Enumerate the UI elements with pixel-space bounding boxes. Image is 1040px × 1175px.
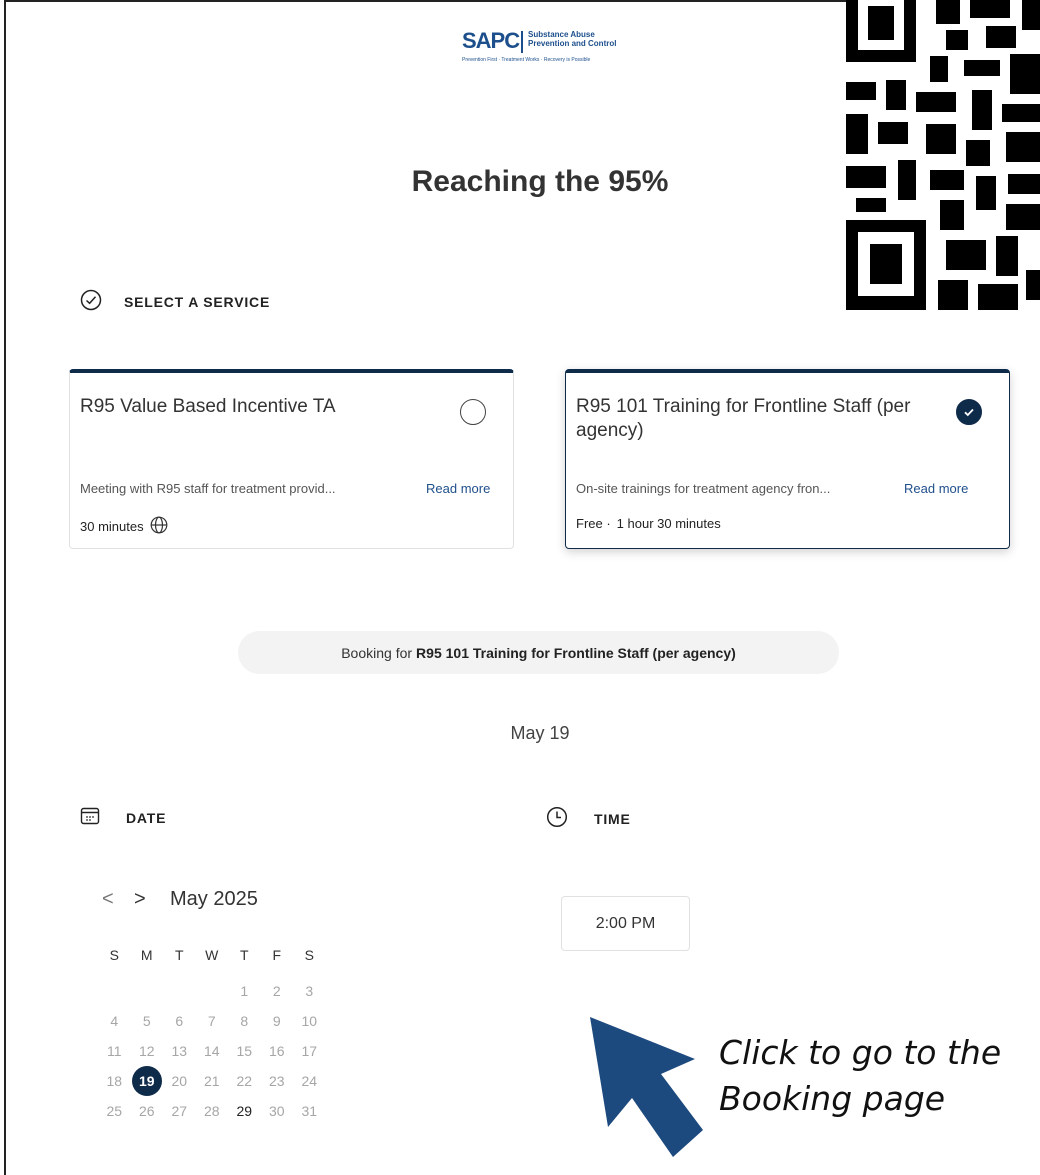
calendar-day: 8: [240, 1013, 249, 1029]
calendar-day: 7: [207, 1013, 216, 1029]
service-title: R95 Value Based Incentive TA: [80, 396, 336, 417]
calendar-grid: S M T W T F S 1 2 3 4 5 6 7 8 9 10 11 12 13 14 15 16 17 18 19 20 21…: [98, 940, 326, 1126]
callout-arrow-icon: [585, 1012, 710, 1167]
callout-line1: Click to go to the: [719, 1033, 1002, 1072]
calendar-day: 15: [236, 1043, 253, 1059]
next-month-button[interactable]: >: [134, 888, 158, 911]
service-duration: 30 minutes: [80, 516, 168, 537]
read-more-link[interactable]: Read more: [426, 481, 490, 496]
calendar-day: 17: [301, 1043, 318, 1059]
calendar-day: 12: [138, 1043, 155, 1059]
logo-tagline: Prevention First · Treatment Works · Rec…: [462, 57, 591, 63]
time-header: TIME: [546, 806, 631, 831]
calendar-day: 9: [272, 1013, 281, 1029]
calendar-day: 23: [268, 1073, 285, 1089]
weekday-label: T: [174, 947, 184, 963]
time-label: TIME: [594, 810, 631, 827]
logo-org-line2: Prevention and Control: [528, 39, 617, 48]
calendar-day: 16: [268, 1043, 285, 1059]
calendar-day: 14: [203, 1043, 220, 1059]
clock-icon: [546, 806, 568, 831]
service-description: On-site trainings for treatment agency f…: [576, 481, 831, 496]
calendar-day: 31: [301, 1103, 318, 1119]
check-icon: [964, 408, 974, 417]
qr-code: [846, 0, 1040, 310]
service-title: R95 101 Training for Frontline Staff (pe…: [576, 396, 911, 441]
calendar-day: 27: [171, 1103, 188, 1119]
calendar-day: 25: [106, 1103, 123, 1119]
service-radio-selected[interactable]: [956, 399, 982, 425]
service-radio[interactable]: [460, 399, 486, 425]
calendar-day: 18: [106, 1073, 123, 1089]
calendar-day: 5: [142, 1013, 151, 1029]
calendar-day: 3: [305, 983, 314, 999]
logo-brand: SAPC: [462, 28, 520, 53]
calendar-week-row: 1 2 3: [98, 976, 326, 1006]
calendar-day: 10: [301, 1013, 318, 1029]
callout-text: Click to go to the Booking page: [719, 1030, 1001, 1122]
calendar-week-row: 4 5 6 7 8 9 10: [98, 1006, 326, 1036]
logo-org-line1: Substance Abuse: [528, 30, 595, 39]
calendar-day-selected[interactable]: 19: [131, 1066, 164, 1096]
calendar-day: 11: [106, 1043, 122, 1059]
calendar-day: 13: [171, 1043, 188, 1059]
calendar-day: 1: [240, 983, 249, 999]
weekday-label: W: [205, 947, 219, 963]
weekday-row: SMTWTFS: [98, 940, 326, 970]
calendar-day: 26: [138, 1103, 155, 1119]
calendar-week-row: 18 19 20 21 22 23 24: [98, 1066, 326, 1096]
calendar-day: 24: [301, 1073, 318, 1089]
weekday-label: M: [140, 947, 153, 963]
service-price-duration: Free · 1 hour 30 minutes: [576, 516, 721, 531]
calendar-icon: [80, 806, 100, 829]
globe-icon: [150, 516, 168, 537]
check-circle-icon: [80, 289, 102, 314]
weekday-label: S: [109, 947, 119, 963]
calendar-day: 28: [203, 1103, 220, 1119]
time-slot-button[interactable]: 2:00 PM: [561, 896, 690, 951]
select-service-header: SELECT A SERVICE: [80, 289, 270, 314]
logo-divider: [521, 31, 523, 53]
selected-day-number: 19: [131, 1066, 162, 1096]
service-card-value-based[interactable]: R95 Value Based Incentive TA Meeting wit…: [69, 369, 514, 549]
duration-text: 30 minutes: [80, 519, 144, 534]
calendar-nav: < > May 2025: [102, 888, 258, 911]
calendar-day: 4: [110, 1013, 119, 1029]
page-title: Reaching the 95%: [411, 165, 669, 198]
booking-prefix: Booking for: [341, 644, 413, 661]
calendar-day: 20: [171, 1073, 188, 1089]
booking-for-banner: Booking for R95 101 Training for Frontli…: [238, 631, 839, 674]
calendar-day: 22: [236, 1073, 253, 1089]
callout-line2: Booking page: [719, 1079, 946, 1118]
calendar-day-available[interactable]: 29: [228, 1103, 261, 1119]
service-description: Meeting with R95 staff for treatment pro…: [80, 481, 336, 496]
date-header: DATE: [80, 806, 166, 829]
selected-date-heading: May 19: [510, 723, 570, 743]
date-label: DATE: [126, 809, 167, 826]
select-service-label: SELECT A SERVICE: [124, 293, 271, 310]
calendar-day: 2: [272, 983, 281, 999]
weekday-label: S: [304, 947, 314, 963]
calendar-day: 6: [175, 1013, 184, 1029]
read-more-link[interactable]: Read more: [904, 481, 968, 496]
calendar-day: 30: [268, 1103, 285, 1119]
service-card-frontline-training[interactable]: R95 101 Training for Frontline Staff (pe…: [565, 369, 1010, 549]
booking-service-name: R95 101 Training for Frontline Staff (pe…: [416, 644, 736, 661]
calendar-week-row: 25 26 27 28 29 30 31: [98, 1096, 326, 1126]
calendar-day: 21: [203, 1073, 220, 1089]
weekday-label: T: [239, 947, 249, 963]
logo-org: Substance Abuse Prevention and Control: [528, 30, 620, 48]
prev-month-button[interactable]: <: [102, 888, 126, 911]
duration-text: 1 hour 30 minutes: [616, 516, 721, 531]
price-text: Free ·: [576, 516, 611, 531]
calendar-month: May 2025: [170, 888, 258, 910]
sapc-logo: SAPC Substance Abuse Prevention and Cont…: [462, 28, 622, 68]
calendar-week-row: 11 12 13 14 15 16 17: [98, 1036, 326, 1066]
weekday-label: F: [272, 947, 282, 963]
